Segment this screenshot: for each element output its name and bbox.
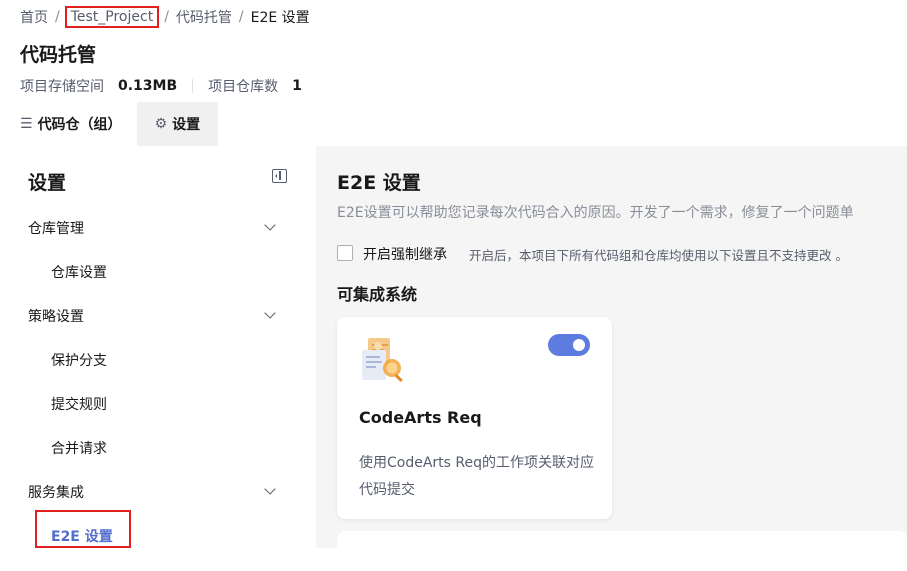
menu-group-service-integration[interactable]: 服务集成 — [28, 482, 84, 502]
storage-label: 项目存储空间 — [20, 79, 104, 95]
tab-settings[interactable]: ⚙ 设置 — [136, 102, 219, 146]
tab-repositories[interactable]: ☰ 代码仓（组） — [0, 102, 137, 146]
menu-item-protected-branches[interactable]: 保护分支 — [51, 350, 107, 370]
force-inherit-hint: 开启后，本项目下所有代码组和仓库均使用以下设置且不支持更改 。 — [469, 248, 848, 263]
stats-divider — [192, 79, 194, 93]
collapse-sidebar-icon[interactable] — [272, 169, 287, 183]
tab-bar: ☰ 代码仓（组） ⚙ 设置 — [0, 102, 219, 146]
main-description: E2E设置可以帮助您记录每次代码合入的原因。开发了一个需求，修复了一个问题单 — [337, 205, 854, 221]
breadcrumb-separator: / — [55, 9, 60, 25]
menu-group-policy-settings[interactable]: 策略设置 — [28, 306, 84, 326]
breadcrumb-home[interactable]: 首页 — [20, 7, 48, 27]
page-title: 代码托管 — [20, 44, 97, 66]
integration-name: CodeArts Req — [359, 408, 482, 427]
breadcrumb-current: E2E 设置 — [250, 10, 310, 26]
menu-item-repo-settings[interactable]: 仓库设置 — [51, 262, 107, 282]
gear-icon: ⚙ — [154, 116, 168, 132]
repo-count-value: 1 — [292, 78, 302, 94]
force-inherit-checkbox[interactable] — [337, 245, 353, 261]
requirement-document-icon — [358, 336, 410, 386]
integration-card — [337, 531, 907, 571]
breadcrumb-repo-hosting[interactable]: 代码托管 — [176, 7, 232, 27]
menu-item-merge-requests[interactable]: 合并请求 — [51, 438, 107, 458]
integration-description: 使用CodeArts Req的工作项关联对应代码提交 — [359, 455, 595, 498]
repo-count-label: 项目仓库数 — [208, 79, 279, 95]
menu-group-repo-management[interactable]: 仓库管理 — [28, 218, 84, 238]
breadcrumb-separator: / — [164, 9, 169, 25]
menu-item-commit-rules[interactable]: 提交规则 — [51, 394, 107, 414]
storage-value: 0.13MB — [118, 78, 178, 94]
integration-toggle-switch[interactable] — [548, 334, 590, 356]
force-inherit-label[interactable]: 开启强制继承 — [363, 244, 447, 264]
tab-label: 设置 — [172, 117, 201, 133]
highlight-box — [35, 510, 131, 548]
tab-label: 代码仓（组） — [37, 117, 122, 133]
sidebar-title: 设置 — [28, 172, 67, 194]
list-icon: ☰ — [20, 116, 33, 132]
breadcrumb: 首页 / Test_Project / 代码托管 / E2E 设置 — [20, 6, 310, 28]
main-title: E2E 设置 — [337, 172, 421, 194]
section-title: 可集成系统 — [337, 285, 418, 304]
breadcrumb-project[interactable]: Test_Project — [64, 6, 160, 28]
breadcrumb-separator: / — [238, 9, 244, 25]
project-stats: 项目存储空间 0.13MB 项目仓库数 1 — [20, 76, 302, 96]
